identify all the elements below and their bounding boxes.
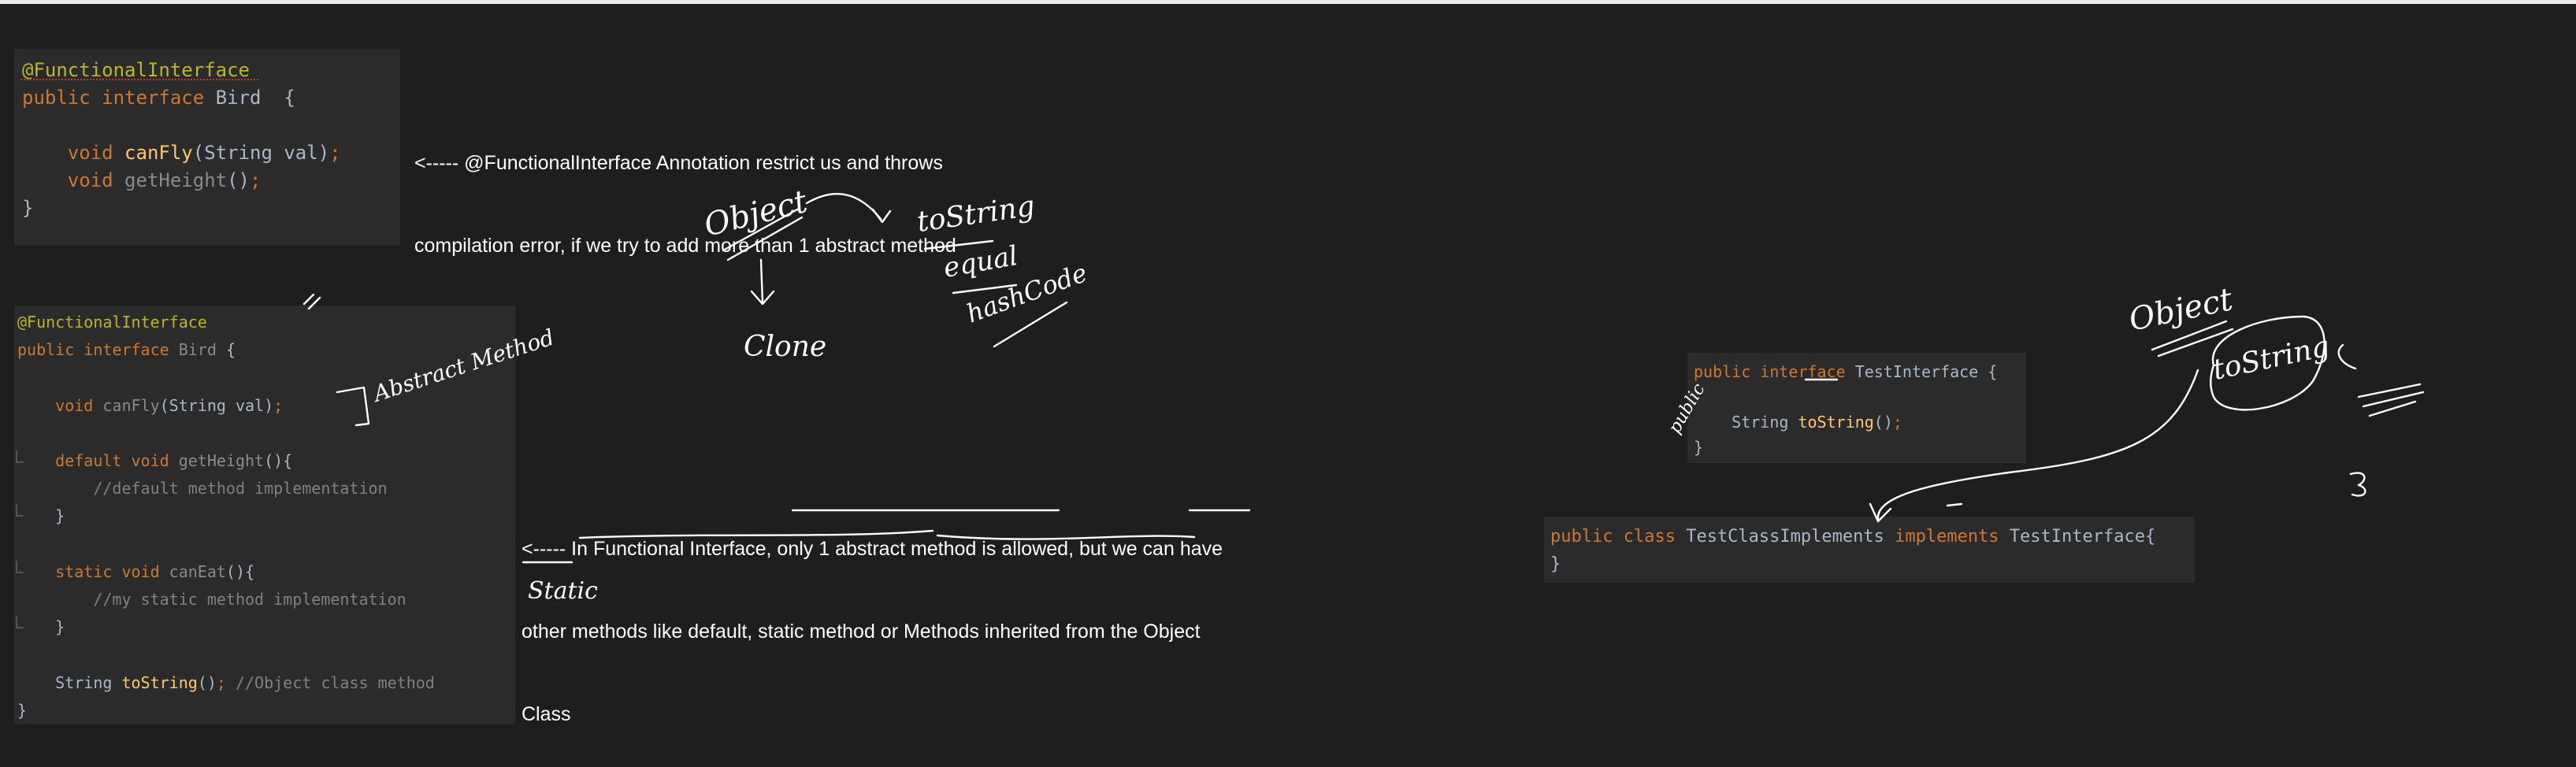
fold-marker [16,450,24,463]
code-line: } [17,502,65,530]
code-token: toString [121,673,198,692]
code-token: //default method implementation [17,479,388,498]
code-line: public interface Bird { [22,84,295,112]
code-token: String [17,673,122,692]
code-line: //default method implementation [17,475,388,502]
code-token: toString [1798,413,1874,432]
handwriting-tostring-2: toString [2210,330,2332,386]
code-token: void [22,169,125,191]
code-line: public interface TestInterface { [1694,359,1997,384]
code-token: ; [273,395,284,415]
code-token: interface [102,87,216,109]
code-line: void getHeight(); [22,167,262,195]
note-line: <----- @FunctionalInterface Annotation r… [414,152,943,174]
code-token: //Object class method [235,673,435,692]
code-line: } [17,613,65,641]
tostring-circle [2210,315,2325,411]
handwriting-object-2: Object [2126,281,2237,339]
fold-marker [16,616,24,628]
note-line: Class [522,703,571,725]
code-token: default [17,451,132,470]
note-line: <----- In Functional Interface, only 1 a… [522,538,1223,560]
scribble-right [2357,383,2425,417]
code-line: void canFly(String val); [22,139,341,167]
fold-marker [16,561,24,573]
code-line: } [17,697,27,724]
code-token: TestClassImplements [1686,527,1895,547]
code-line: String toString(); //Object class method [17,669,435,697]
code-line: } [1694,435,1703,460]
code-token: void [17,395,103,415]
code-line: default void getHeight(){ [17,447,292,475]
code-token: () [227,169,250,191]
dash-mark [1946,502,1963,507]
code-token: } [1550,554,1561,574]
code-token: TestInterface { [1854,362,1998,381]
code-token: void [121,561,169,581]
code-token: interface [1760,362,1855,381]
code-token: (String val) [159,395,274,415]
code-token: { [225,340,236,360]
code-token: (){ [264,451,293,470]
annotation-error-underline [20,76,258,80]
code-block-test-class-implements: public class TestClassImplements impleme… [1544,517,2195,583]
code-token: public [1550,527,1624,547]
code-line: public interface Bird { [17,336,236,364]
code-token: } [17,700,28,720]
code-line: @FunctionalInterface [17,309,207,336]
code-token: (){ [225,561,255,581]
code-line: public class TestClassImplements impleme… [1550,523,2155,550]
code-token: canEat [169,561,226,581]
code-line: String toString(); [1694,409,1902,435]
fold-marker [16,504,24,517]
code-token: ; [216,673,236,692]
code-block-test-interface: public interface TestInterface { String … [1687,353,2026,463]
code-token: //my static method implementation [17,590,406,609]
code-line: } [1550,550,1561,578]
note-functional-interface-rules: <----- In Functional Interface, only 1 a… [522,480,1223,756]
code-token: } [1694,438,1704,457]
code-token: @FunctionalInterface [17,313,207,332]
code-token: getHeight [124,169,228,191]
code-token: } [22,197,34,219]
scribble [2151,320,2234,358]
code-token: class [1623,527,1687,547]
code-token: public [1694,362,1761,381]
code-token: } [17,506,65,526]
code-token: canFly [102,395,160,415]
code-token: public [17,340,84,360]
window-top-edge [0,0,2576,4]
code-token: (String val) [192,142,330,164]
code-block-bird-functional-interface: @FunctionalInterface public interface Bir… [14,306,515,724]
code-token: void [131,451,179,470]
code-token: ; [250,169,262,191]
code-token: implements [1895,527,2010,547]
code-line: } [22,195,33,222]
code-token: ; [1892,413,1902,432]
code-line: //my static method implementation [17,586,406,613]
code-token: ; [329,142,341,164]
code-token: Bird { [215,87,295,109]
code-token: Bird [178,340,226,360]
code-token: interface [84,340,179,360]
handwriting-clone: Clone [744,331,826,363]
code-token: static [17,561,122,581]
code-token: public [22,87,102,109]
code-token: void [22,142,125,164]
note-line: compilation error, if we try to add more… [414,235,956,257]
brace-open [2337,343,2357,370]
note-line: other methods like default, static metho… [522,621,1201,643]
brace-close [2349,472,2366,497]
code-token: getHeight [178,451,265,470]
code-token: TestInterface{ [2009,527,2156,547]
code-token: canFly [124,142,193,164]
code-line: static void canEat(){ [17,558,254,586]
note-annotation-restriction: <----- @FunctionalInterface Annotation r… [414,94,956,287]
code-token: } [17,617,65,637]
code-token: () [197,673,217,692]
code-line: void canFly(String val); [17,392,283,420]
code-token: () [1873,413,1893,432]
handwriting-hashcode: hashCode [963,258,1091,328]
code-token: String [1694,413,1798,432]
